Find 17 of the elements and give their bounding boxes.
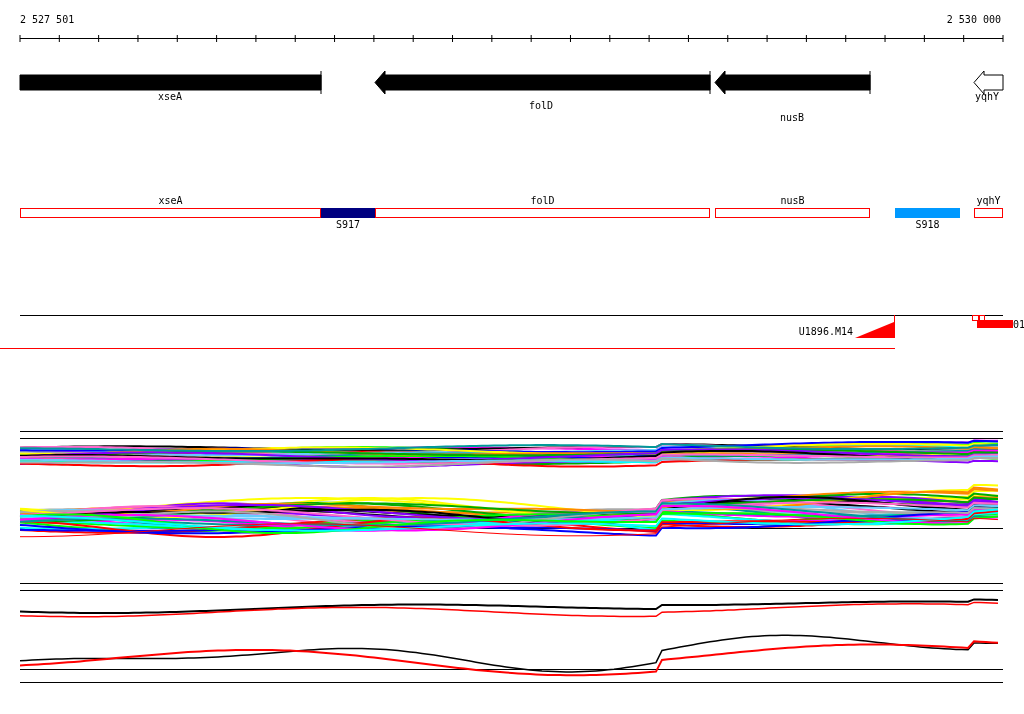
gene-label: yqhY [974,91,1000,102]
probe-label: 01 [1013,319,1024,330]
site-label: S918 [915,219,940,230]
probe-bar-drawing [972,315,1013,328]
coordinate-label: 2 527 501 [20,14,75,25]
site-label: S917 [335,219,361,230]
gene-label: xseA [158,195,183,206]
probe-ramp-drawing [855,314,895,339]
gene-label: yqhY [976,195,1001,206]
gene-label: nusB [780,195,805,206]
gene-label: folD [528,100,554,111]
coordinate-label: 2 530 000 [946,14,1001,25]
gene-label: folD [530,195,555,206]
gene-label: nusB [779,112,805,123]
gene-box [974,208,1003,218]
gene-label: xseA [157,91,183,102]
probe-label: U1896.M14 [798,326,853,337]
